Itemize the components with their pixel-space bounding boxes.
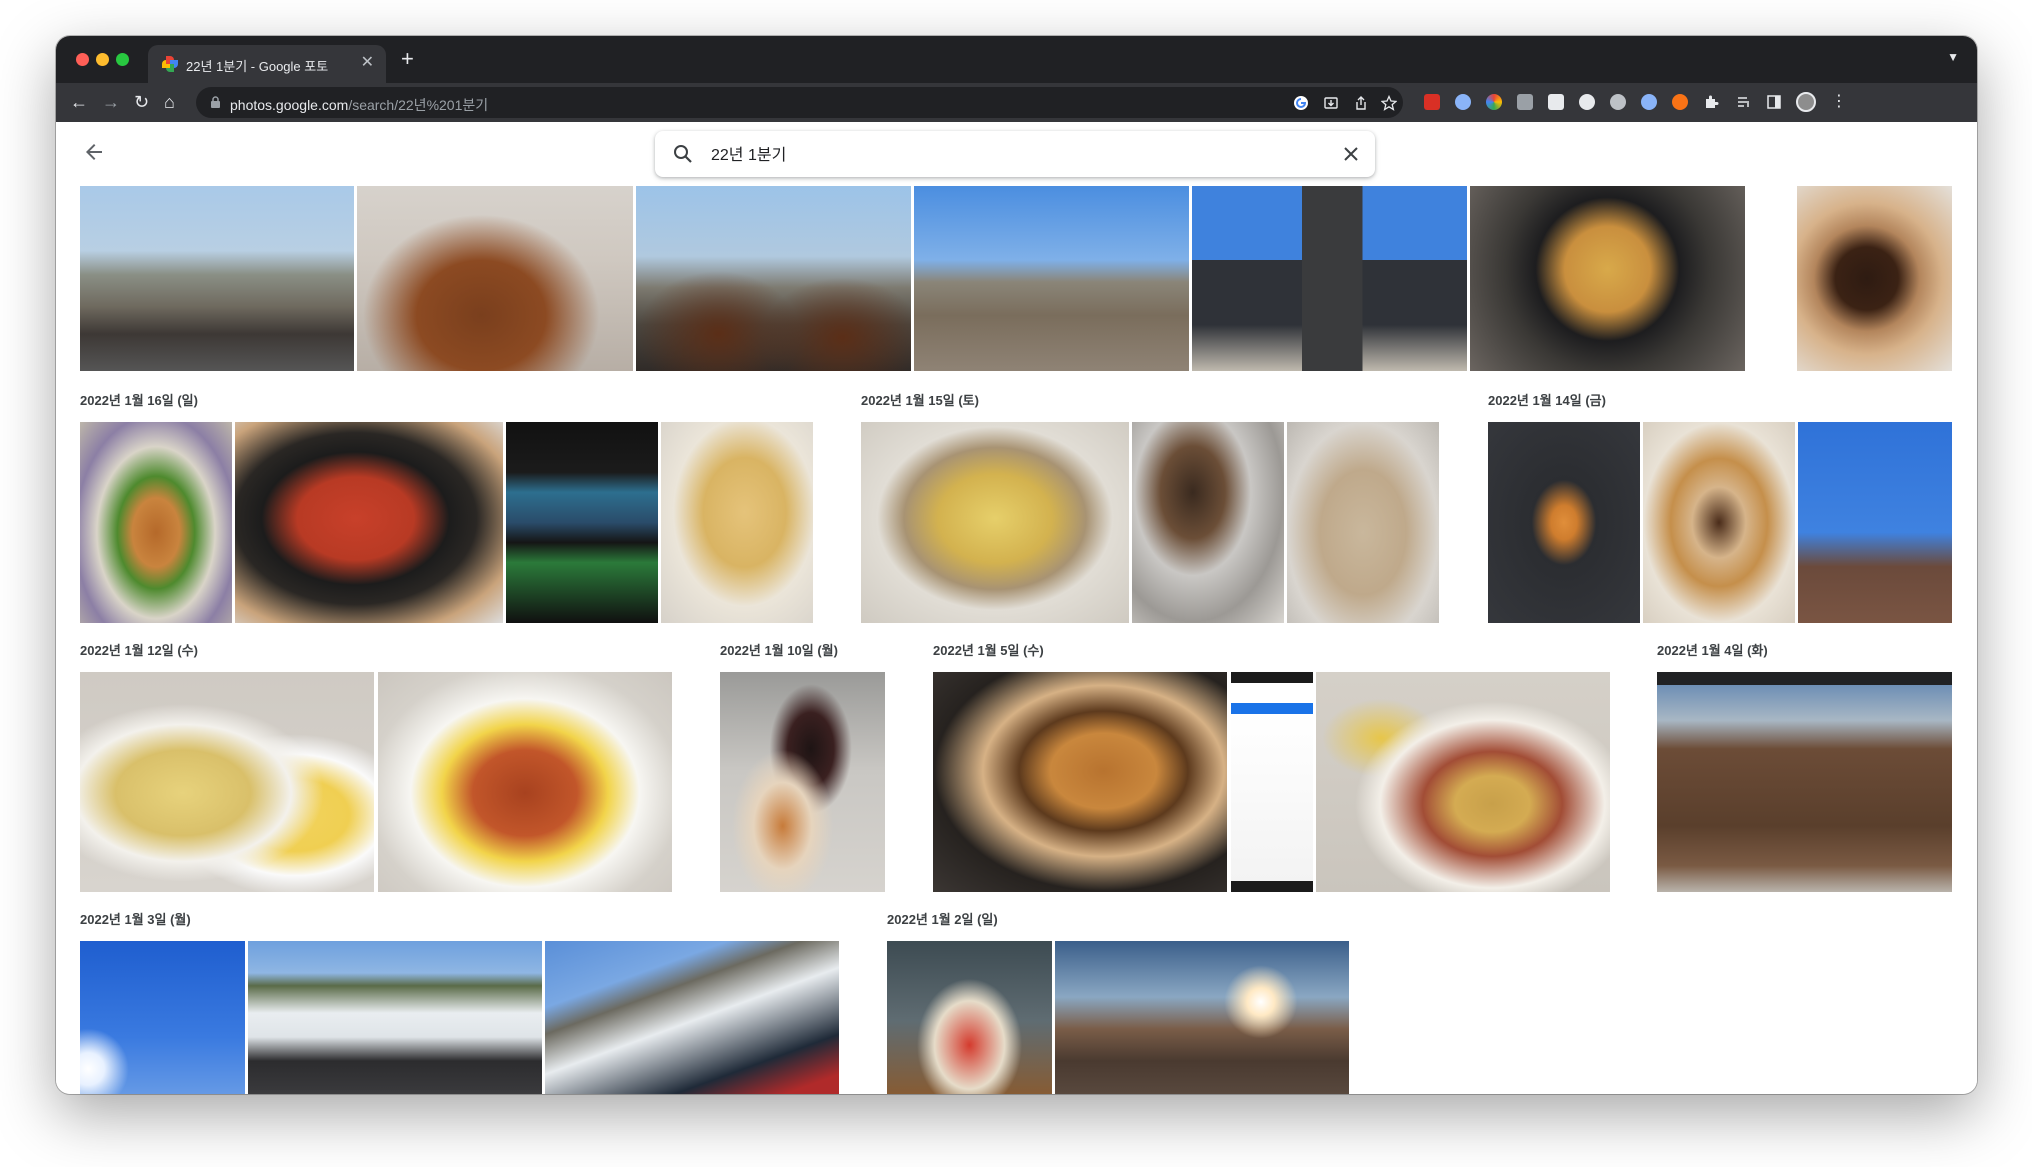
search-input[interactable]	[711, 144, 1271, 162]
photo-thumbnail[interactable]	[1488, 422, 1640, 623]
new-tab-button[interactable]: +	[401, 48, 414, 70]
photo-thumbnail[interactable]	[720, 672, 885, 892]
photo-thumbnail[interactable]	[80, 422, 232, 623]
browser-window: 22년 1분기 - Google 포토 ✕ + ▼ ← → ↻ ⌂ photos…	[56, 36, 1977, 1094]
tab-strip: 22년 1분기 - Google 포토 ✕ + ▼	[56, 36, 1977, 83]
share-icon[interactable]	[1353, 95, 1369, 111]
photo-thumbnail[interactable]	[80, 186, 354, 371]
date-header: 2022년 1월 2일 (일)	[887, 912, 998, 927]
photo-thumbnail[interactable]	[248, 941, 542, 1094]
photo-thumbnail[interactable]	[1316, 672, 1610, 892]
photo-thumbnail[interactable]	[1797, 186, 1952, 371]
gmail-extension-icon[interactable]	[1424, 94, 1440, 110]
tab-title: 22년 1분기 - Google 포토	[186, 59, 329, 74]
user-agent-extension-icon[interactable]	[1641, 94, 1657, 110]
react-devtools-extension-icon[interactable]	[1455, 94, 1471, 110]
photo-thumbnail[interactable]	[661, 422, 813, 623]
photo-thumbnail[interactable]	[1643, 422, 1795, 623]
extensions-puzzle-icon[interactable]	[1703, 94, 1719, 110]
photo-thumbnail[interactable]	[887, 941, 1052, 1094]
lock-icon[interactable]	[210, 96, 221, 108]
photo-thumbnail[interactable]	[914, 186, 1189, 371]
photo-thumbnail[interactable]	[1287, 422, 1439, 623]
media-controls-icon[interactable]	[1736, 94, 1752, 110]
reload-button[interactable]: ↻	[134, 91, 149, 113]
orange-extension-icon[interactable]	[1672, 94, 1688, 110]
fullscreen-window-button[interactable]	[116, 53, 129, 66]
photo-thumbnail[interactable]	[545, 941, 839, 1094]
photo-thumbnail[interactable]	[357, 186, 633, 371]
photo-thumbnail[interactable]	[1231, 672, 1313, 892]
search-box[interactable]	[655, 131, 1375, 177]
photo-thumbnail[interactable]	[1055, 941, 1349, 1094]
date-header: 2022년 1월 14일 (금)	[1488, 393, 1606, 408]
search-icon[interactable]	[671, 142, 695, 166]
side-panel-icon[interactable]	[1766, 94, 1782, 110]
active-tab[interactable]: 22년 1분기 - Google 포토 ✕	[148, 45, 386, 83]
url-path: /search/22년%201분기	[348, 97, 489, 113]
close-window-button[interactable]	[76, 53, 89, 66]
address-bar[interactable]: photos.google.com/search/22년%201분기	[196, 87, 1403, 118]
tab-search-chevron-icon[interactable]: ▼	[1947, 50, 1959, 64]
home-button[interactable]: ⌂	[164, 91, 175, 113]
photo-thumbnail[interactable]	[80, 941, 245, 1094]
chrome-menu-icon[interactable]: ⋮	[1831, 91, 1847, 113]
date-header: 2022년 1월 16일 (일)	[80, 393, 198, 408]
date-header: 2022년 1월 12일 (수)	[80, 643, 198, 658]
url-text: photos.google.com/search/22년%201분기	[230, 95, 488, 115]
forward-button[interactable]: →	[102, 91, 120, 113]
date-header: 2022년 1월 10일 (월)	[720, 643, 838, 658]
photo-thumbnail[interactable]	[933, 672, 1227, 892]
photo-thumbnail[interactable]	[1192, 186, 1467, 371]
translate-extension-icon[interactable]	[1517, 94, 1533, 110]
photos-page: 2022년 1월 16일 (일) 2022년 1월 15일 (토) 2022년 …	[56, 122, 1977, 1094]
minimize-window-button[interactable]	[96, 53, 109, 66]
photo-thumbnail[interactable]	[1657, 672, 1952, 892]
profile-avatar[interactable]	[1796, 92, 1816, 112]
photo-thumbnail[interactable]	[1470, 186, 1745, 371]
dictionary-extension-icon[interactable]	[1579, 94, 1595, 110]
photo-thumbnail[interactable]	[1798, 422, 1952, 623]
color-picker-extension-icon[interactable]	[1486, 94, 1502, 110]
google-icon[interactable]	[1293, 95, 1309, 111]
photo-thumbnail[interactable]	[235, 422, 503, 623]
date-header: 2022년 1월 5일 (수)	[933, 643, 1044, 658]
date-header: 2022년 1월 4일 (화)	[1657, 643, 1768, 658]
notes-extension-icon[interactable]	[1548, 94, 1564, 110]
back-button[interactable]: ←	[70, 91, 88, 113]
date-header: 2022년 1월 15일 (토)	[861, 393, 979, 408]
bookmark-star-icon[interactable]	[1381, 95, 1397, 111]
clear-search-icon[interactable]	[1339, 142, 1363, 166]
cloud-extension-icon[interactable]	[1610, 94, 1626, 110]
install-app-icon[interactable]	[1323, 95, 1339, 111]
tab-close-icon[interactable]: ✕	[361, 54, 374, 72]
google-photos-icon	[162, 56, 178, 72]
photo-thumbnail[interactable]	[636, 186, 911, 371]
url-host: photos.google.com	[230, 97, 349, 113]
photo-thumbnail[interactable]	[378, 672, 672, 892]
photo-thumbnail[interactable]	[1132, 422, 1284, 623]
photo-thumbnail[interactable]	[861, 422, 1129, 623]
photo-thumbnail[interactable]	[506, 422, 658, 623]
date-header: 2022년 1월 3일 (월)	[80, 912, 191, 927]
back-arrow-icon[interactable]	[82, 140, 106, 164]
photo-thumbnail[interactable]	[80, 672, 374, 892]
browser-toolbar: ← → ↻ ⌂ photos.google.com/search/22년%201…	[56, 83, 1977, 122]
photos-header	[56, 122, 1977, 186]
